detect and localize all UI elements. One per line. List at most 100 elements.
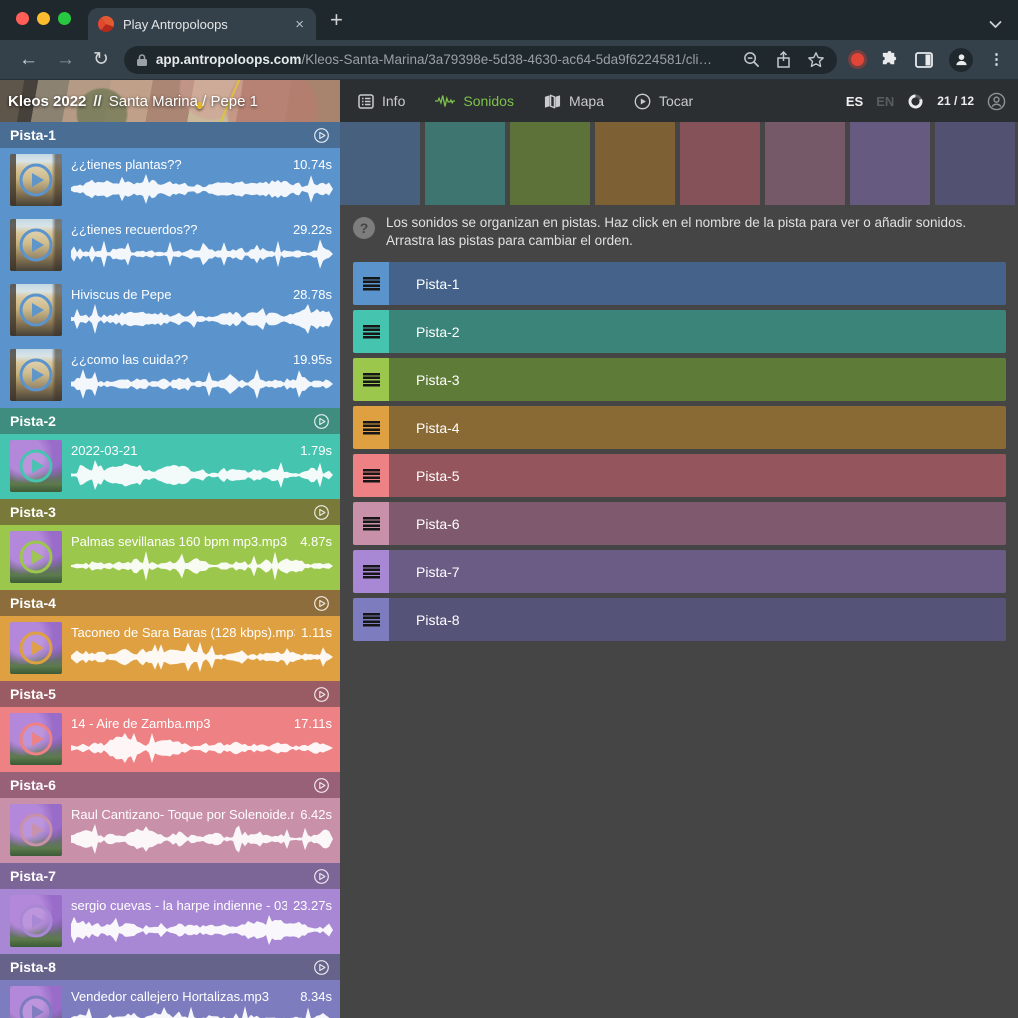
track-color-swatch-pista-7[interactable]: [850, 122, 930, 205]
tab-close-icon[interactable]: ×: [293, 17, 306, 32]
project-banner[interactable]: Kleos 2022 // Santa Marina / Pepe 1: [0, 80, 340, 122]
forward-button[interactable]: →: [56, 50, 75, 70]
audio-clip[interactable]: ¿¿tienes plantas??10.74s: [0, 148, 340, 213]
track-play-button[interactable]: [313, 686, 330, 703]
browser-menu-icon[interactable]: ⋮: [989, 57, 1004, 63]
track-row-pista-8[interactable]: Pista-8: [353, 598, 1006, 641]
track-row-pista-6[interactable]: Pista-6: [353, 502, 1006, 545]
clip-waveform[interactable]: [71, 914, 333, 946]
nav-tab-info[interactable]: Info: [358, 93, 405, 109]
clip-thumbnail[interactable]: [10, 154, 62, 206]
track-play-button[interactable]: [313, 777, 330, 794]
track-row-pista-5[interactable]: Pista-5: [353, 454, 1006, 497]
clip-thumbnail[interactable]: [10, 284, 62, 336]
track-play-button[interactable]: [313, 127, 330, 144]
track-header[interactable]: Pista-3: [0, 499, 340, 525]
audio-clip[interactable]: Taconeo de Sara Baras (128 kbps).mp31.11…: [0, 616, 340, 681]
clip-thumbnail[interactable]: [10, 804, 62, 856]
clip-thumbnail[interactable]: [10, 622, 62, 674]
drag-handle[interactable]: [353, 454, 389, 497]
drag-handle[interactable]: [353, 310, 389, 353]
extensions-puzzle-icon[interactable]: [880, 50, 899, 69]
clip-play-overlay-icon[interactable]: [16, 901, 56, 941]
clip-waveform[interactable]: [71, 550, 333, 582]
audio-clip[interactable]: ¿¿tienes recuerdos??29.22s: [0, 213, 340, 278]
clip-waveform[interactable]: [71, 459, 333, 491]
track-play-button[interactable]: [313, 595, 330, 612]
drag-handle[interactable]: [353, 598, 389, 641]
audio-clip[interactable]: 2022-03-211.79s: [0, 434, 340, 499]
track-play-button[interactable]: [313, 504, 330, 521]
clip-waveform[interactable]: [71, 732, 333, 764]
back-button[interactable]: ←: [19, 50, 38, 70]
lang-en-button[interactable]: EN: [876, 94, 894, 109]
clip-waveform[interactable]: [71, 238, 333, 270]
track-header[interactable]: Pista-5: [0, 681, 340, 707]
breadcrumb-project[interactable]: Kleos 2022: [8, 93, 86, 110]
track-row-pista-1[interactable]: Pista-1: [353, 262, 1006, 305]
zoom-window-button[interactable]: [58, 12, 71, 25]
share-icon[interactable]: [776, 51, 791, 68]
lang-es-button[interactable]: ES: [846, 94, 863, 109]
clip-thumbnail[interactable]: [10, 531, 62, 583]
track-row-name[interactable]: Pista-8: [389, 598, 1006, 641]
audio-clip[interactable]: Palmas sevillanas 160 bpm mp3.mp34.87s: [0, 525, 340, 590]
reload-button[interactable]: ↻: [93, 50, 109, 70]
clip-waveform[interactable]: [71, 173, 333, 205]
track-color-swatch-pista-8[interactable]: [935, 122, 1015, 205]
zoom-out-icon[interactable]: [743, 51, 760, 68]
tab-search-chevron-icon[interactable]: [989, 16, 1002, 34]
bookmark-star-icon[interactable]: [807, 51, 825, 69]
track-color-swatch-pista-6[interactable]: [765, 122, 845, 205]
track-color-swatch-pista-2[interactable]: [425, 122, 505, 205]
track-color-swatch-pista-4[interactable]: [595, 122, 675, 205]
drag-handle[interactable]: [353, 358, 389, 401]
track-play-button[interactable]: [313, 868, 330, 885]
track-play-button[interactable]: [313, 959, 330, 976]
track-row-pista-3[interactable]: Pista-3: [353, 358, 1006, 401]
drag-handle[interactable]: [353, 502, 389, 545]
minimize-window-button[interactable]: [37, 12, 50, 25]
audio-clip[interactable]: ¿¿como las cuida??19.95s: [0, 343, 340, 408]
clip-waveform[interactable]: [71, 823, 333, 855]
track-color-swatch-pista-5[interactable]: [680, 122, 760, 205]
clip-play-overlay-icon[interactable]: [16, 355, 56, 395]
clip-thumbnail[interactable]: [10, 349, 62, 401]
clip-thumbnail[interactable]: [10, 986, 62, 1018]
clip-thumbnail[interactable]: [10, 440, 62, 492]
close-window-button[interactable]: [16, 12, 29, 25]
track-row-name[interactable]: Pista-6: [389, 502, 1006, 545]
clip-thumbnail[interactable]: [10, 895, 62, 947]
side-panel-icon[interactable]: [915, 52, 933, 68]
track-color-swatch-pista-3[interactable]: [510, 122, 590, 205]
track-row-pista-4[interactable]: Pista-4: [353, 406, 1006, 449]
track-row-name[interactable]: Pista-7: [389, 550, 1006, 593]
drag-handle[interactable]: [353, 262, 389, 305]
clip-thumbnail[interactable]: [10, 219, 62, 271]
clip-play-overlay-icon[interactable]: [16, 992, 56, 1018]
browser-tab[interactable]: Play Antropoloops ×: [88, 8, 316, 40]
clip-play-overlay-icon[interactable]: [16, 719, 56, 759]
track-row-name[interactable]: Pista-3: [389, 358, 1006, 401]
account-icon[interactable]: [987, 92, 1006, 111]
clip-waveform[interactable]: [71, 303, 333, 335]
drag-handle[interactable]: [353, 550, 389, 593]
clip-play-overlay-icon[interactable]: [16, 810, 56, 850]
track-header[interactable]: Pista-8: [0, 954, 340, 980]
address-bar[interactable]: app.antropoloops.com/Kleos-Santa-Marina/…: [124, 46, 837, 74]
nav-tab-mapa[interactable]: Mapa: [544, 93, 604, 109]
nav-tab-sonidos[interactable]: Sonidos: [435, 93, 514, 109]
clip-thumbnail[interactable]: [10, 713, 62, 765]
clip-play-overlay-icon[interactable]: [16, 225, 56, 265]
drag-handle[interactable]: [353, 406, 389, 449]
clip-waveform[interactable]: [71, 368, 333, 400]
clip-play-overlay-icon[interactable]: [16, 537, 56, 577]
audio-clip[interactable]: 14 - Aire de Zamba.mp317.11s: [0, 707, 340, 772]
track-row-name[interactable]: Pista-4: [389, 406, 1006, 449]
clip-waveform[interactable]: [71, 1005, 333, 1018]
clip-waveform[interactable]: [71, 641, 333, 673]
track-row-pista-2[interactable]: Pista-2: [353, 310, 1006, 353]
clip-play-overlay-icon[interactable]: [16, 160, 56, 200]
audio-clip[interactable]: Hiviscus de Pepe28.78s: [0, 278, 340, 343]
track-row-pista-7[interactable]: Pista-7: [353, 550, 1006, 593]
